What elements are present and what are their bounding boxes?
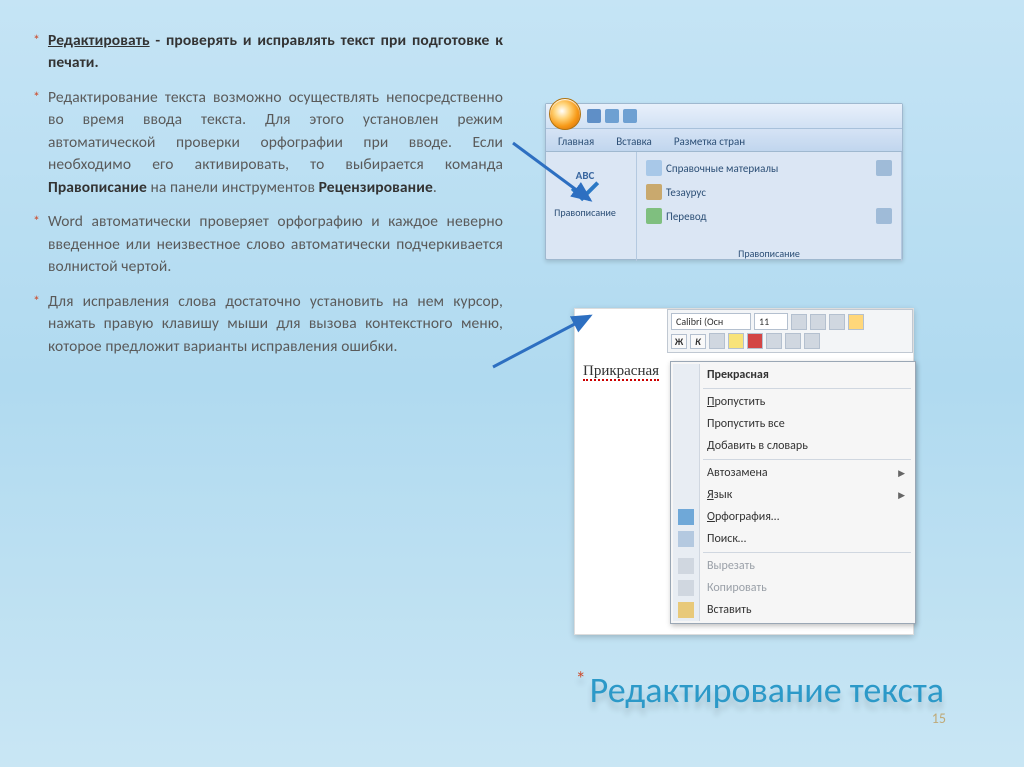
ribbon-group-spelling: ABC Правописание <box>546 152 637 261</box>
bullet-star-icon: * <box>33 211 40 278</box>
bullet-item: * Word автоматически проверяет орфографи… <box>33 211 503 278</box>
misspelled-word: Прикрасная <box>583 363 659 380</box>
ref-materials-button[interactable]: Справочные материалы <box>643 156 895 180</box>
change-case-icon[interactable] <box>829 314 845 330</box>
find-item[interactable]: Поиск… <box>673 528 913 550</box>
ribbon-body: ABC Правописание Справочные материалы Те… <box>546 152 902 261</box>
indent-dec-icon[interactable] <box>766 333 782 349</box>
scissors-icon <box>678 558 694 574</box>
bullet-star-icon: * <box>33 30 40 75</box>
italic-button[interactable]: К <box>690 334 706 349</box>
ribbon-titlebar <box>546 104 902 129</box>
separator <box>703 552 911 553</box>
tab-home[interactable]: Главная <box>554 132 598 151</box>
spelling-item[interactable]: Орфография… <box>673 506 913 528</box>
bullet-star-icon: * <box>33 291 40 358</box>
undo-icon[interactable] <box>605 109 619 123</box>
translate-button[interactable]: Перевод <box>643 204 895 228</box>
highlight-icon[interactable] <box>728 333 744 349</box>
bullet-text: Редактировать - проверять и исправлять т… <box>48 30 503 75</box>
page-number: 15 <box>932 710 946 727</box>
bullet-text: Редактирование текста возможно осуществл… <box>48 87 503 199</box>
paste-item[interactable]: Вставить <box>673 599 913 621</box>
bullet-text: Для исправления слова достаточно установ… <box>48 291 503 358</box>
font-size-field[interactable]: 11 <box>754 313 788 330</box>
context-menu: Прекрасная Пропустить Пропустить все Доб… <box>670 361 916 624</box>
skip-all-item[interactable]: Пропустить все <box>673 413 913 435</box>
suggestion-item[interactable]: Прекрасная <box>673 364 913 386</box>
bullet-list: * Редактировать - проверять и исправлять… <box>33 30 503 370</box>
separator <box>703 388 911 389</box>
skip-item[interactable]: Пропустить <box>673 391 913 413</box>
bold-button[interactable]: Ж <box>671 334 687 349</box>
bullet-star-icon: * <box>33 87 40 199</box>
abc-check-icon <box>678 509 694 525</box>
indent-inc-icon[interactable] <box>785 333 801 349</box>
thesaurus-icon <box>646 184 662 200</box>
title-star-icon: * <box>576 668 586 692</box>
grow-font-icon[interactable] <box>791 314 807 330</box>
search-icon <box>678 531 694 547</box>
office-button-icon[interactable] <box>549 98 581 130</box>
spellcheck-illustration: Calibri (Осн 11 Ж К Прикрасная Прекрасна… <box>574 308 914 635</box>
save-icon[interactable] <box>587 109 601 123</box>
book-icon <box>646 160 662 176</box>
ribbon-illustration: Главная Вставка Разметка стран ABC Право… <box>545 103 903 260</box>
ribbon-group-reference: Справочные материалы Тезаурус Перевод Пр… <box>637 152 902 261</box>
tab-layout[interactable]: Разметка стран <box>670 132 749 151</box>
format-painter-icon[interactable] <box>848 314 864 330</box>
redo-icon[interactable] <box>623 109 637 123</box>
add-to-dict-item[interactable]: Добавить в словарь <box>673 435 913 457</box>
copy-icon <box>678 580 694 596</box>
bullet-text: Word автоматически проверяет орфографию … <box>48 211 503 278</box>
abc-check-icon: ABC <box>563 160 607 204</box>
language-item[interactable]: Язык▶ <box>673 484 913 506</box>
paste-icon <box>678 602 694 618</box>
lead-term: Редактировать <box>48 31 150 50</box>
submenu-arrow-icon: ▶ <box>898 468 905 479</box>
shrink-font-icon[interactable] <box>810 314 826 330</box>
bullet-item: * Для исправления слова достаточно устан… <box>33 291 503 358</box>
font-color-icon[interactable] <box>747 333 763 349</box>
cut-item: Вырезать <box>673 555 913 577</box>
quick-access-toolbar <box>587 109 637 123</box>
abc-small-icon <box>876 208 892 224</box>
mini-toolbar: Calibri (Осн 11 Ж К <box>667 309 913 353</box>
bullet-item: * Редактирование текста возможно осущест… <box>33 87 503 199</box>
autocorrect-item[interactable]: Автозамена▶ <box>673 462 913 484</box>
submenu-arrow-icon: ▶ <box>898 490 905 501</box>
align-icon[interactable] <box>709 333 725 349</box>
copy-item: Копировать <box>673 577 913 599</box>
spelling-button[interactable]: ABC Правописание <box>552 156 618 219</box>
tab-insert[interactable]: Вставка <box>612 132 656 151</box>
bullets-icon[interactable] <box>804 333 820 349</box>
group-label: Правописание <box>637 247 901 260</box>
slide-title: *Редактирование текста <box>576 668 944 712</box>
bullet-item: * Редактировать - проверять и исправлять… <box>33 30 503 75</box>
thesaurus-button[interactable]: Тезаурус <box>643 180 895 204</box>
separator <box>703 459 911 460</box>
spelling-button-label: Правописание <box>554 206 616 219</box>
font-name-field[interactable]: Calibri (Осн <box>671 313 751 330</box>
research-icon <box>876 160 892 176</box>
globe-icon <box>646 208 662 224</box>
ribbon-tabs: Главная Вставка Разметка стран <box>546 129 902 152</box>
